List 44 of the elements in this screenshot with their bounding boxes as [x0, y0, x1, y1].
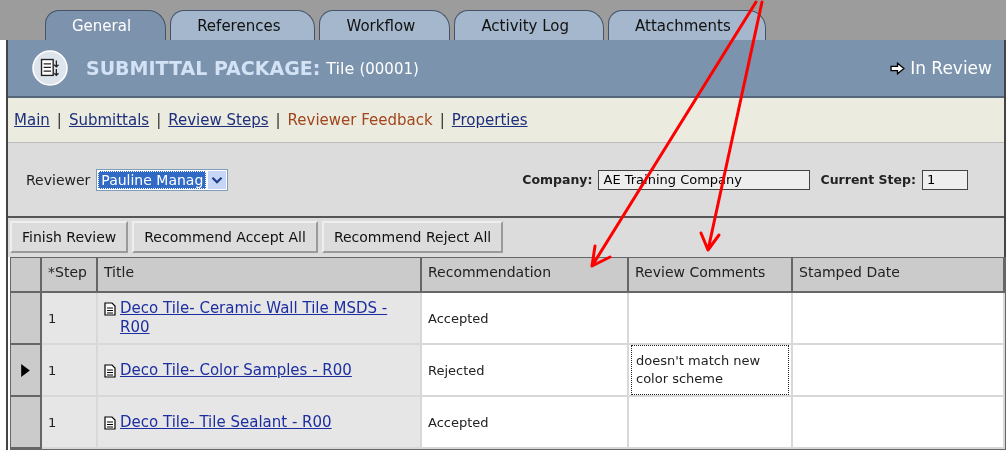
- column-header[interactable]: Review Comments: [629, 258, 793, 293]
- nav-link[interactable]: Reviewer Feedback: [287, 111, 433, 129]
- toolbar-button[interactable]: Recommend Reject All: [321, 221, 504, 253]
- nav-separator: |: [439, 111, 445, 129]
- tab[interactable]: Attachments: [608, 10, 766, 40]
- document-icon: [104, 302, 116, 316]
- document-icon: [104, 363, 116, 378]
- table-cell: Accepted: [422, 397, 629, 449]
- table-cell: 1: [42, 293, 98, 345]
- status-text: In Review: [910, 58, 992, 78]
- package-title: SUBMITTAL PACKAGE:: [86, 57, 321, 79]
- comment-cell[interactable]: doesn't match new color scheme: [631, 345, 789, 395]
- column-header[interactable]: Recommendation: [422, 258, 629, 293]
- nav-separator: |: [56, 111, 62, 129]
- right-arrow-icon: [890, 61, 906, 75]
- nav-separator: |: [156, 111, 162, 129]
- tab[interactable]: Activity Log: [454, 10, 605, 40]
- nav-link[interactable]: Review Steps: [168, 111, 269, 129]
- nav-link[interactable]: Submittals: [68, 111, 150, 129]
- checklist-icon: [32, 50, 68, 86]
- reviewer-dropdown[interactable]: Pauline Manag: [96, 168, 229, 191]
- nav-link[interactable]: Properties: [451, 111, 528, 129]
- column-header[interactable]: Stamped Date: [793, 258, 1005, 293]
- table-cell: Accepted: [422, 293, 629, 345]
- table-cell: 1: [42, 397, 98, 449]
- package-name: Tile (00001): [326, 58, 419, 78]
- table-cell: Rejected: [422, 345, 629, 397]
- chevron-down-icon[interactable]: [208, 170, 227, 189]
- current-step-field[interactable]: 1: [922, 169, 968, 190]
- toolbar-button[interactable]: Recommend Accept All: [132, 221, 318, 253]
- document-icon: [104, 415, 116, 430]
- tab[interactable]: References: [170, 10, 316, 40]
- table-cell: 1: [42, 345, 98, 397]
- tab[interactable]: Workflow: [319, 10, 451, 40]
- company-label: Company:: [522, 172, 593, 187]
- reviewer-label: Reviewer: [26, 171, 91, 188]
- nav-link[interactable]: Main: [14, 111, 50, 129]
- toolbar-button[interactable]: Finish Review: [10, 221, 129, 253]
- row-selector[interactable]: [11, 345, 42, 397]
- column-header[interactable]: *Step: [42, 258, 98, 293]
- column-header[interactable]: Title: [98, 258, 422, 293]
- current-step-label: Current Step:: [820, 172, 916, 187]
- current-row-icon: [21, 363, 30, 377]
- nav-separator: |: [275, 111, 281, 129]
